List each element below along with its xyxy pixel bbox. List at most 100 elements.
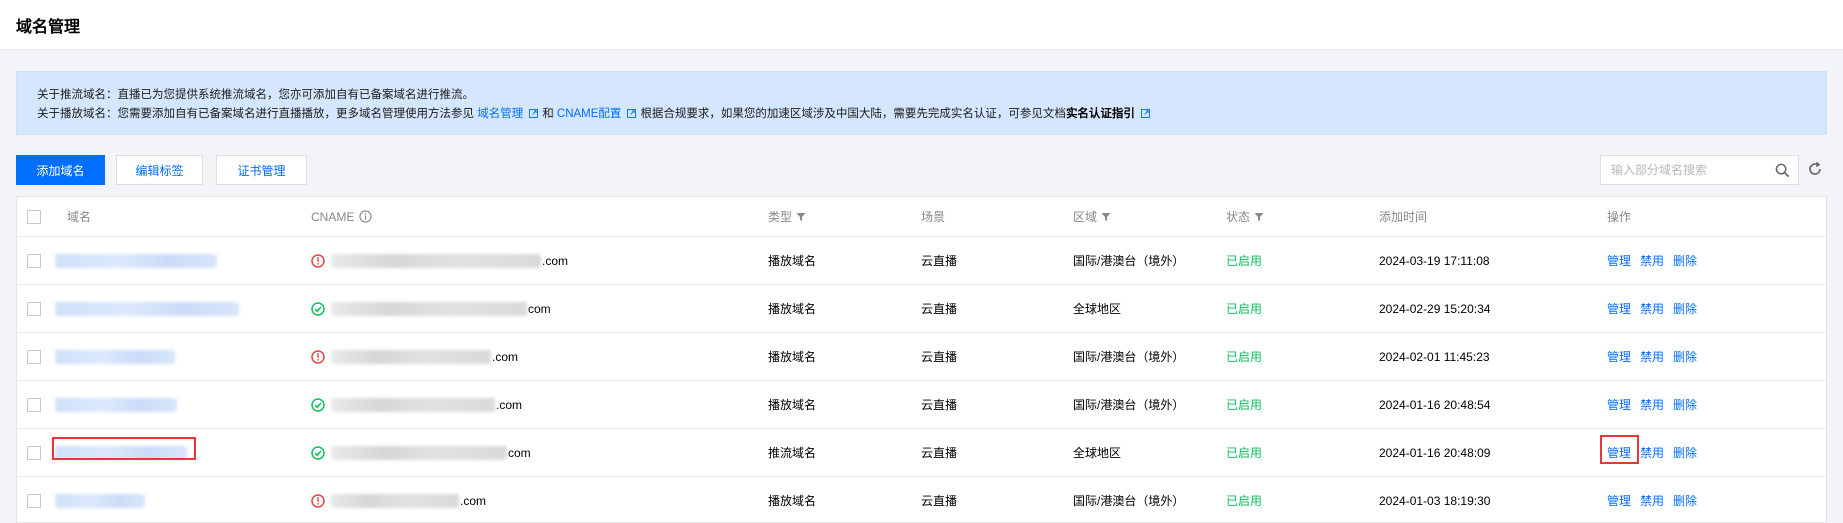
domain-link-redacted[interactable] <box>55 397 177 412</box>
manage-button[interactable]: 管理 <box>1607 396 1631 413</box>
external-link-icon <box>627 109 637 118</box>
added-time-cell: 2024-02-01 11:45:23 <box>1379 349 1490 364</box>
region-cell: 全球地区 <box>1073 302 1122 316</box>
added-time-cell: 2024-01-03 18:19:30 <box>1379 493 1491 508</box>
disable-button[interactable]: 禁用 <box>1640 492 1664 509</box>
row-checkbox[interactable] <box>27 445 41 460</box>
disable-button[interactable]: 禁用 <box>1640 396 1664 413</box>
header-region-label: 区域 <box>1073 210 1098 224</box>
type-cell: 播放域名 <box>768 398 817 412</box>
row-checkbox[interactable] <box>27 253 41 268</box>
cname-suffix: com <box>528 301 551 316</box>
domain-management-link[interactable]: 域名管理 <box>477 108 523 120</box>
status-cell: 已启用 <box>1226 302 1263 316</box>
domain-cell[interactable] <box>55 429 187 476</box>
info-notice: 关于推流域名：直播已为您提供系统推流域名，您亦可添加自有已备案域名进行推流。 关… <box>16 71 1827 135</box>
domain-cell[interactable] <box>55 285 239 332</box>
operations-cell: 管理 禁用 删除 <box>1607 429 1706 476</box>
delete-button[interactable]: 删除 <box>1673 396 1697 413</box>
cert-management-button[interactable]: 证书管理 <box>216 155 307 185</box>
domain-table: 域名 CNAME 类型 场景 区域 状态 添加时间 操作 .com 播放域名 云直播… <box>16 196 1827 523</box>
manage-button[interactable]: 管理 <box>1607 252 1631 269</box>
table-row: .com 播放域名 云直播 国际/港澳台（境外） 已启用 2024-01-16 20:48… <box>17 381 1826 429</box>
check-circle-icon <box>311 397 325 412</box>
refresh-icon[interactable] <box>1807 161 1823 177</box>
add-domain-button[interactable]: 添加域名 <box>16 155 105 185</box>
row-checkbox-cell <box>27 429 41 476</box>
region-cell: 国际/港澳台（境外） <box>1073 350 1185 364</box>
header-cname-label: CNAME <box>311 209 355 224</box>
delete-button[interactable]: 删除 <box>1673 492 1697 509</box>
disable-button[interactable]: 禁用 <box>1640 300 1664 317</box>
region-cell: 国际/港澳台（境外） <box>1073 398 1185 412</box>
row-checkbox[interactable] <box>27 397 41 412</box>
domain-cell[interactable] <box>55 477 145 522</box>
domain-cell[interactable] <box>55 333 175 380</box>
status-cell: 已启用 <box>1226 494 1263 508</box>
row-checkbox-cell <box>27 333 41 380</box>
header-type[interactable]: 类型 <box>768 197 806 236</box>
filter-icon[interactable] <box>1254 212 1264 222</box>
disable-button[interactable]: 禁用 <box>1640 252 1664 269</box>
header-status[interactable]: 状态 <box>1226 197 1264 236</box>
header-operations: 操作 <box>1607 210 1632 224</box>
cname-value-redacted <box>331 445 507 460</box>
page-title: 域名管理 <box>16 19 81 36</box>
row-checkbox[interactable] <box>27 349 41 364</box>
header-region[interactable]: 区域 <box>1073 197 1111 236</box>
disable-button[interactable]: 禁用 <box>1640 348 1664 365</box>
cname-cell: .com <box>311 237 568 284</box>
delete-button[interactable]: 删除 <box>1673 300 1697 317</box>
delete-button[interactable]: 删除 <box>1673 348 1697 365</box>
delete-button[interactable]: 删除 <box>1673 252 1697 269</box>
disable-button[interactable]: 禁用 <box>1640 444 1664 461</box>
info-icon[interactable] <box>359 210 372 223</box>
notice-line-1: 关于推流域名：直播已为您提供系统推流域名，您亦可添加自有已备案域名进行推流。 <box>37 86 1806 105</box>
status-cell: 已启用 <box>1226 446 1263 460</box>
domain-link-redacted[interactable] <box>55 493 145 508</box>
delete-button[interactable]: 删除 <box>1673 444 1697 461</box>
domain-link-redacted[interactable] <box>55 301 239 316</box>
filter-icon[interactable] <box>796 212 806 222</box>
search-icon[interactable] <box>1775 163 1790 178</box>
table-body: .com 播放域名 云直播 国际/港澳台（境外） 已启用 2024-03-19 17:11… <box>17 237 1826 522</box>
row-checkbox-cell <box>27 477 41 522</box>
region-cell: 国际/港澳台（境外） <box>1073 254 1185 268</box>
domain-link-redacted[interactable] <box>55 349 175 364</box>
domain-link-redacted[interactable] <box>55 253 217 268</box>
top-bar: 域名管理 <box>0 0 1843 50</box>
manage-button[interactable]: 管理 <box>1607 300 1631 317</box>
select-all-checkbox[interactable] <box>27 209 41 224</box>
header-type-label: 类型 <box>768 210 793 224</box>
cname-value-redacted <box>331 253 541 268</box>
search-input[interactable] <box>1601 156 1781 184</box>
manage-button[interactable]: 管理 <box>1607 348 1631 365</box>
row-checkbox[interactable] <box>27 493 41 508</box>
operations-cell: 管理 禁用 删除 <box>1607 477 1706 522</box>
table-row: com 播放域名 云直播 全球地区 已启用 2024-02-29 15:20:34 管理 禁用… <box>17 285 1826 333</box>
scene-cell: 云直播 <box>921 494 958 508</box>
cname-value-redacted <box>331 397 495 412</box>
table-row: .com 播放域名 云直播 国际/港澳台（境外） 已启用 2024-03-19 17:11… <box>17 237 1826 285</box>
cname-value-redacted <box>331 349 491 364</box>
domain-link-redacted[interactable] <box>55 445 187 460</box>
operations-cell: 管理 禁用 删除 <box>1607 237 1706 284</box>
table-header: 域名 CNAME 类型 场景 区域 状态 添加时间 操作 <box>17 197 1826 237</box>
row-checkbox[interactable] <box>27 301 41 316</box>
cname-config-link[interactable]: CNAME配置 <box>557 108 622 120</box>
manage-button[interactable]: 管理 <box>1607 444 1631 461</box>
row-checkbox-cell <box>27 285 41 332</box>
filter-icon[interactable] <box>1101 212 1111 222</box>
select-all-checkbox-cell <box>27 197 41 236</box>
realname-guide-link[interactable]: 实名认证指引 <box>1066 108 1135 120</box>
notice-text-1: 关于推流域名：直播已为您提供系统推流域名，您亦可添加自有已备案域名进行推流。 <box>37 89 474 101</box>
domain-cell[interactable] <box>55 381 177 428</box>
notice-text-3: 根据合规要求，如果您的加速区域涉及中国大陆，需要先完成实名认证，可参见文档 <box>640 108 1066 120</box>
edit-tags-button[interactable]: 编辑标签 <box>116 155 203 185</box>
status-cell: 已启用 <box>1226 350 1263 364</box>
cname-suffix: .com <box>496 397 523 412</box>
domain-cell[interactable] <box>55 237 217 284</box>
notice-and: 和 <box>542 108 554 120</box>
scene-cell: 云直播 <box>921 398 958 412</box>
manage-button[interactable]: 管理 <box>1607 492 1631 509</box>
